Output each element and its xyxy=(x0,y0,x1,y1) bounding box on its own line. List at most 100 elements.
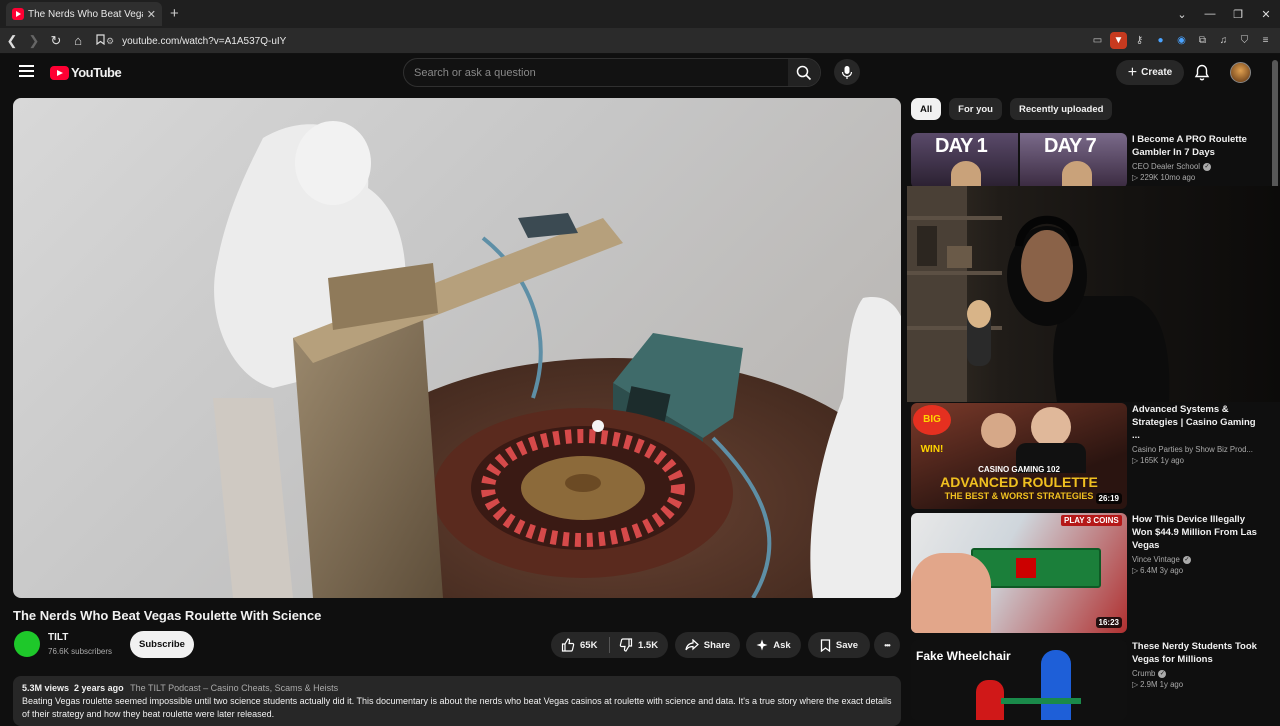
like-button[interactable]: 65K xyxy=(561,632,597,658)
extension-icon[interactable]: ● xyxy=(1152,32,1169,49)
key-icon[interactable]: ⚷ xyxy=(1131,32,1148,49)
like-dislike-group: 65K 1.5K xyxy=(551,632,668,658)
scrollbar-thumb[interactable] xyxy=(1272,60,1278,190)
cast-icon[interactable]: ▭ xyxy=(1089,32,1106,49)
youtube-logo[interactable]: YouTube xyxy=(50,65,122,80)
chip-recently-uploaded[interactable]: Recently uploaded xyxy=(1009,98,1113,120)
recommendation-info: These Nerdy Students Took Vegas for Mill… xyxy=(1132,640,1262,689)
voice-search-button[interactable] xyxy=(834,59,860,85)
recommendation-title[interactable]: Advanced Systems & Strategies | Casino G… xyxy=(1132,403,1262,442)
sparkle-icon xyxy=(756,639,768,651)
subscriber-count: 76.6K subscribers xyxy=(48,647,113,656)
recommendation-stats: ▷ 6.4M 3y ago xyxy=(1132,566,1184,575)
forward-icon[interactable]: ❯ xyxy=(24,33,44,49)
recommendation-channel[interactable]: Casino Parties by Show Biz Prod... xyxy=(1132,445,1262,454)
more-actions-button[interactable]: ••• xyxy=(874,632,900,658)
ask-button[interactable]: Ask xyxy=(746,632,801,658)
microphone-icon xyxy=(841,65,853,79)
brave-shield-icon[interactable]: ▼ xyxy=(1110,32,1127,49)
logo-text: YouTube xyxy=(71,65,122,80)
tab-close-icon[interactable]: ✕ xyxy=(147,8,156,21)
recommendation-info: How This Device Illegally Won $44.9 Mill… xyxy=(1132,513,1262,575)
thumb-footer: THE BEST & WORST STRATEGIES xyxy=(944,491,1094,501)
save-label: Save xyxy=(835,639,859,651)
ask-label: Ask xyxy=(773,639,791,651)
duration-badge: 26:19 xyxy=(1095,493,1122,504)
dislike-button[interactable]: 1.5K xyxy=(619,632,658,658)
share-button[interactable]: Share xyxy=(675,632,740,658)
recommendation-title[interactable]: These Nerdy Students Took Vegas for Mill… xyxy=(1132,640,1262,666)
chip-for-you[interactable]: For you xyxy=(949,98,1002,120)
webcam-overlay xyxy=(907,186,1280,402)
description-meta: 5.3M views 2 years ago The TILT Podcast … xyxy=(22,682,892,695)
puzzle-icon[interactable]: ⧉ xyxy=(1194,32,1211,49)
video-thumbnail[interactable]: PLAY 3 COINS 16:23 xyxy=(911,513,1127,633)
upload-age: 2 years ago xyxy=(74,683,124,693)
recommendation-item[interactable]: PLAY 3 COINS 16:23 How This Device Illeg… xyxy=(911,513,1271,633)
create-button[interactable]: + Create xyxy=(1116,60,1184,85)
video-title: The Nerds Who Beat Vegas Roulette With S… xyxy=(13,608,322,623)
notifications-bell-icon[interactable] xyxy=(1194,64,1210,81)
video-thumbnail[interactable]: DAY 1 DAY 7 xyxy=(911,133,1127,188)
search-box[interactable]: Search or ask a question xyxy=(403,58,821,87)
search-button[interactable] xyxy=(788,59,820,86)
browser-tab[interactable]: The Nerds Who Beat Vegas R ✕ xyxy=(6,2,162,26)
browser-toolbar: ❮ ❯ ↻ ⌂ ⚙ youtube.com/watch?v=A1A537Q-uI… xyxy=(0,28,1280,54)
save-button[interactable]: Save xyxy=(808,632,870,658)
browser-tab-strip: The Nerds Who Beat Vegas R ✕ + ⌄ — ❐ ✕ xyxy=(0,0,1280,28)
recommendation-channel[interactable]: Crumb ✓ xyxy=(1132,669,1262,678)
verified-check-icon: ✓ xyxy=(1203,162,1212,171)
verified-check-icon: ✓ xyxy=(1182,555,1191,564)
filter-chips: All For you Recently uploaded xyxy=(911,98,1113,120)
thumb-day1-text: DAY 1 xyxy=(935,135,988,157)
url-text: youtube.com/watch?v=A1A537Q-uIY xyxy=(122,35,287,47)
extensions-area: ▭ ▼ ⚷ ● ◉ ⧉ ♫ ⛉ ≡ xyxy=(1089,32,1274,49)
recommendation-channel[interactable]: Vince Vintage ✓ xyxy=(1132,555,1262,564)
youtube-play-icon xyxy=(50,65,69,80)
recommendation-item[interactable]: DAY 1 DAY 7 I Become A PRO Roulette Gamb… xyxy=(911,133,1271,188)
new-tab-button[interactable]: + xyxy=(170,5,179,22)
thumb-big-win-badge: BIG WIN! xyxy=(913,405,951,455)
webcam-feed xyxy=(907,186,1170,402)
video-player[interactable] xyxy=(13,98,901,598)
thumbs-up-icon xyxy=(561,638,575,652)
recommendation-channel[interactable]: CEO Dealer School ✓ xyxy=(1132,162,1262,171)
channel-avatar[interactable] xyxy=(14,631,40,657)
menu-icon[interactable]: ≡ xyxy=(1257,32,1274,49)
recommendation-item[interactable]: BIG WIN! CASINO GAMING 102 ADVANCED ROUL… xyxy=(911,403,1271,509)
create-label: Create xyxy=(1141,67,1173,78)
duration-badge: 16:23 xyxy=(1095,617,1122,628)
close-window-button[interactable]: ✕ xyxy=(1252,8,1280,21)
recommendation-stats: ▷ 165K 1y ago xyxy=(1132,456,1184,465)
subscribe-button[interactable]: Subscribe xyxy=(130,631,194,658)
music-icon[interactable]: ♫ xyxy=(1215,32,1232,49)
address-bar[interactable]: ⚙ youtube.com/watch?v=A1A537Q-uIY xyxy=(106,31,1096,51)
recommendation-title[interactable]: I Become A PRO Roulette Gambler In 7 Day… xyxy=(1132,133,1262,159)
shield-icon[interactable]: ⛉ xyxy=(1236,32,1253,49)
site-info-icon[interactable]: ⚙ xyxy=(106,36,114,47)
video-thumbnail[interactable]: Fake Wheelchair xyxy=(911,640,1127,720)
recommendation-stats: ▷ 2.9M 1y ago xyxy=(1132,680,1184,689)
playlist-link[interactable]: The TILT Podcast – Casino Cheats, Scams … xyxy=(130,683,338,693)
chip-all[interactable]: All xyxy=(911,98,942,120)
reload-icon[interactable]: ↻ xyxy=(46,33,66,49)
description-text: Beating Vegas roulette seemed impossible… xyxy=(22,696,892,719)
video-frame xyxy=(213,121,901,598)
tab-search-icon[interactable]: ⌄ xyxy=(1168,8,1196,21)
vpn-icon[interactable]: ◉ xyxy=(1173,32,1190,49)
back-icon[interactable]: ❮ xyxy=(2,33,22,49)
recommendation-title[interactable]: How This Device Illegally Won $44.9 Mill… xyxy=(1132,513,1262,552)
minimize-button[interactable]: — xyxy=(1196,8,1224,20)
guide-menu-icon[interactable] xyxy=(19,65,34,77)
home-icon[interactable]: ⌂ xyxy=(68,33,88,48)
search-input[interactable]: Search or ask a question xyxy=(404,67,788,79)
user-avatar[interactable] xyxy=(1230,62,1251,83)
channel-name[interactable]: TILT xyxy=(48,632,68,643)
maximize-button[interactable]: ❐ xyxy=(1224,8,1252,21)
recommendation-stats: ▷ 229K 10mo ago xyxy=(1132,173,1196,182)
video-thumbnail[interactable]: BIG WIN! CASINO GAMING 102 ADVANCED ROUL… xyxy=(911,403,1127,509)
recommendation-item[interactable]: Fake Wheelchair These Nerdy Students Too… xyxy=(911,640,1271,720)
description-box[interactable]: 5.3M views 2 years ago The TILT Podcast … xyxy=(13,676,901,726)
masthead: YouTube Search or ask a question + Creat… xyxy=(0,55,1280,91)
like-divider xyxy=(609,637,610,653)
